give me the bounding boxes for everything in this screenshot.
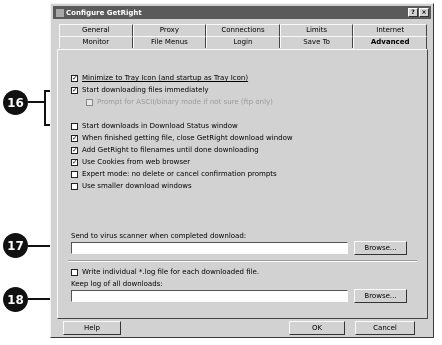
advanced-panel: ✓ Minimize to Tray Icon (and startup as … <box>57 49 428 319</box>
option-expert-mode[interactable]: Expert mode: no delete or cancel confirm… <box>71 170 277 178</box>
checkbox[interactable]: ✓ <box>71 74 78 82</box>
option-label: Add GetRight to filenames until done dow… <box>82 146 259 154</box>
tab-connections[interactable]: Connections <box>206 24 280 36</box>
tab-internet[interactable]: Internet <box>353 24 427 36</box>
option-smaller-windows[interactable]: Use smaller download windows <box>71 182 192 190</box>
checkbox[interactable] <box>71 122 78 130</box>
option-label: Start downloads in Download Status windo… <box>82 122 238 130</box>
option-label: Prompt for ASCII/binary mode if not sure… <box>97 98 273 106</box>
keep-log-browse-button[interactable]: Browse... <box>354 289 407 303</box>
app-icon <box>56 8 64 17</box>
tab-login[interactable]: Login <box>206 36 280 48</box>
checkbox[interactable] <box>86 98 93 106</box>
checkbox[interactable]: ✓ <box>71 146 78 154</box>
checkbox[interactable]: ✓ <box>71 158 78 166</box>
keep-log-input[interactable] <box>71 290 348 302</box>
option-label: Start downloading files immediately <box>82 86 209 94</box>
checkbox[interactable] <box>71 170 78 178</box>
option-label: Use Cookies from web browser <box>82 158 191 166</box>
tab-monitor[interactable]: Monitor <box>59 36 133 48</box>
window-title: Configure GetRight <box>66 8 142 17</box>
option-label: When finished getting file, close GetRig… <box>82 134 293 142</box>
option-label: Minimize to Tray Icon (and startup as Tr… <box>82 74 249 82</box>
tab-general[interactable]: General <box>59 24 133 36</box>
checkbox[interactable]: ✓ <box>71 134 78 142</box>
callout-16: 16 <box>3 90 28 115</box>
close-title-button[interactable]: × <box>419 8 429 17</box>
tab-row-2: Monitor File Menus Login Save To Advance… <box>59 36 427 50</box>
virus-scanner-label: Send to virus scanner when completed dow… <box>71 232 247 240</box>
option-close-window[interactable]: ✓ When finished getting file, close GetR… <box>71 134 293 142</box>
option-add-getright[interactable]: ✓ Add GetRight to filenames until done d… <box>71 146 259 154</box>
virus-scanner-input[interactable] <box>71 242 348 254</box>
tab-limits[interactable]: Limits <box>279 24 354 36</box>
option-label: Write individual *.log file for each dow… <box>82 268 260 276</box>
checkbox[interactable] <box>71 182 78 190</box>
tab-save-to[interactable]: Save To <box>279 36 354 48</box>
option-write-log[interactable]: Write individual *.log file for each dow… <box>71 268 259 276</box>
callout-18: 18 <box>3 287 28 312</box>
option-minimize-tray[interactable]: ✓ Minimize to Tray Icon (and startup as … <box>71 74 248 82</box>
option-cookies[interactable]: ✓ Use Cookies from web browser <box>71 158 190 166</box>
tab-file-menus[interactable]: File Menus <box>132 36 207 48</box>
callout-16-leader <box>28 101 45 103</box>
ok-button[interactable]: OK <box>289 321 345 335</box>
option-download-status[interactable]: Start downloads in Download Status windo… <box>71 122 238 130</box>
option-label: Expert mode: no delete or cancel confirm… <box>82 170 277 178</box>
checkbox[interactable]: ✓ <box>71 86 78 94</box>
tab-row-1: General Proxy Connections Limits Interne… <box>59 24 427 36</box>
tab-proxy[interactable]: Proxy <box>132 24 207 36</box>
option-start-immediately[interactable]: ✓ Start downloading files immediately <box>71 86 208 94</box>
option-prompt-ascii[interactable]: Prompt for ASCII/binary mode if not sure… <box>86 98 273 106</box>
checkbox[interactable] <box>71 268 78 276</box>
keep-log-label: Keep log of all downloads: <box>71 280 163 288</box>
cancel-button[interactable]: Cancel <box>355 321 415 335</box>
tab-advanced[interactable]: Advanced <box>353 36 427 50</box>
callout-17: 17 <box>3 233 28 258</box>
virus-scanner-browse-button[interactable]: Browse... <box>354 241 407 255</box>
separator <box>68 260 417 262</box>
titlebar: Configure GetRight ? × <box>53 6 431 19</box>
help-title-button[interactable]: ? <box>408 8 418 17</box>
configure-dialog: Configure GetRight ? × General Proxy Con… <box>50 3 434 338</box>
option-label: Use smaller download windows <box>82 182 192 190</box>
help-button[interactable]: Help <box>63 321 121 335</box>
